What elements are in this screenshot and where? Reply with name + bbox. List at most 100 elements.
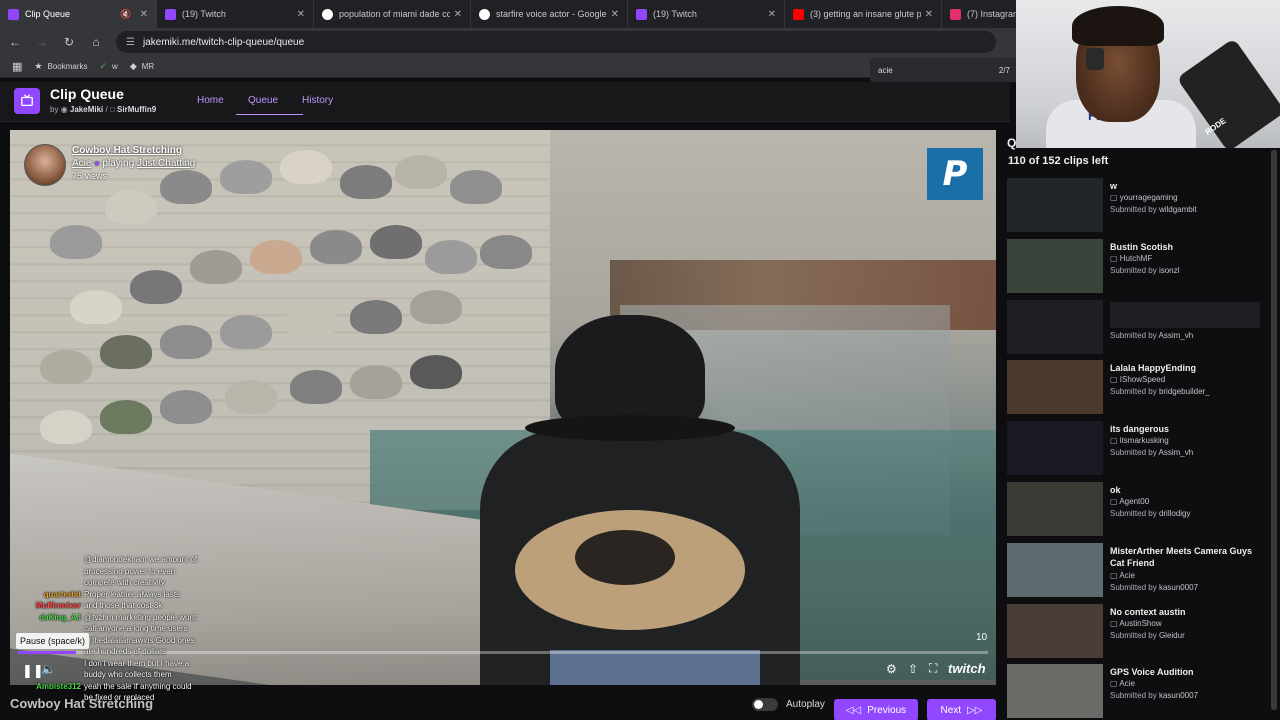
site-info-icon[interactable]: ☰ xyxy=(126,37,135,48)
next-button[interactable]: Next ▷▷ xyxy=(927,699,996,720)
scroll-thumb[interactable] xyxy=(1271,150,1277,710)
queue-item-submitter: Submitted by Assim_vh xyxy=(1110,330,1194,340)
forward-icon[interactable]: → xyxy=(30,35,54,49)
chat-message: buddy who collects them xyxy=(24,669,224,681)
twitch-logo[interactable]: twitch xyxy=(948,661,986,676)
nav-history[interactable]: History xyxy=(302,95,333,106)
autoplay-toggle[interactable]: Autoplay xyxy=(752,698,825,711)
chat-text: @diamondeknam we amount of xyxy=(84,555,198,564)
tab-2[interactable]: population of miami dade cou ✕ xyxy=(314,0,471,28)
twitch-icon: ▢ xyxy=(1110,497,1120,506)
chat-message: Ambiste312 yeah the sale if anything coul… xyxy=(24,681,224,693)
home-icon[interactable]: ⌂ xyxy=(84,35,108,49)
author-link[interactable]: JakeMiki xyxy=(70,105,103,114)
tab-1[interactable]: (19) Twitch ✕ xyxy=(157,0,314,28)
app-icon: ◆ xyxy=(129,61,137,71)
queue-scrollbar[interactable] xyxy=(1271,150,1277,710)
previous-button[interactable]: ◁◁ Previous xyxy=(834,699,918,720)
queue-item-title: GPS Voice Audition xyxy=(1110,667,1194,678)
video-hat xyxy=(350,300,402,334)
close-icon[interactable]: ✕ xyxy=(611,9,619,20)
clip-thumbnail[interactable] xyxy=(1007,178,1103,232)
back-icon[interactable]: ← xyxy=(3,35,27,49)
tv-icon[interactable] xyxy=(14,88,40,114)
video-hat xyxy=(160,170,212,204)
chat-message: Muffinmixer and those that cost 3k xyxy=(24,600,224,612)
queue-item-channel: ▢ AustinShow xyxy=(1110,618,1162,628)
bookmark-w[interactable]: ✓ w xyxy=(100,61,118,72)
twitch-purple xyxy=(8,8,19,20)
queue-item[interactable]: Lalala HappyEnding ▢ IShowSpeed Submitted … xyxy=(1007,360,1269,416)
channel-badge: P xyxy=(927,148,983,200)
channel-link[interactable]: Acie xyxy=(72,158,91,169)
chat-username: Muffinmixer xyxy=(35,601,81,610)
video-hat xyxy=(225,380,277,414)
bookmark-mr[interactable]: ◆ MR xyxy=(130,61,154,72)
apps-icon[interactable]: ▦ xyxy=(12,60,22,73)
queue-item[interactable]: ok ▢ Agent00 Submitted by drillodigy xyxy=(1007,482,1269,538)
verified-icon: ● xyxy=(94,158,100,168)
video-hat xyxy=(160,325,212,359)
tab-4[interactable]: (19) Twitch ✕ xyxy=(628,0,785,28)
screen: Clip Queue 🔇 ✕ (19) Twitch ✕ population of mi… xyxy=(0,0,1280,720)
nav-home[interactable]: Home xyxy=(197,95,224,106)
clip-title[interactable]: Cowboy Hat Stretching xyxy=(72,145,182,156)
pause-tooltip: Pause (space/k) xyxy=(16,633,90,649)
category-link[interactable]: Just Chatting xyxy=(137,158,195,169)
close-icon[interactable]: ✕ xyxy=(140,9,148,20)
video-hat xyxy=(340,165,392,199)
queue-item[interactable]: Submitted by Assim_vh xyxy=(1007,299,1269,356)
tab-0[interactable]: Clip Queue 🔇 ✕ xyxy=(0,0,157,28)
address-bar[interactable]: ☰ jakemiki.me/twitch-clip-queue/queue xyxy=(116,31,996,53)
clip-thumbnail[interactable] xyxy=(1007,421,1103,476)
video-hat xyxy=(100,335,152,369)
close-icon[interactable]: ✕ xyxy=(297,9,305,20)
clip-thumbnail[interactable] xyxy=(1007,603,1103,658)
chat-text: Proper leather always lasts xyxy=(84,589,181,599)
queue-item[interactable]: its dangerous ▢ itsmarkusking Submitted by… xyxy=(1007,421,1269,477)
gear-icon[interactable]: ⚙ xyxy=(886,662,897,676)
clip-thumbnail[interactable] xyxy=(1007,482,1103,536)
close-icon[interactable]: ✕ xyxy=(925,9,933,20)
queue-item-channel: ▢ yourragegaming xyxy=(1110,193,1178,202)
find-bar[interactable]: acie 2/7 xyxy=(870,58,1018,82)
google-icon xyxy=(479,8,490,20)
queue-item-title: w xyxy=(1110,181,1118,191)
queue-item[interactable]: GPS Voice Audition ▢ Acie Submitted by kas… xyxy=(1007,664,1269,720)
find-count: 2/7 xyxy=(998,65,1010,75)
fullscreen-icon[interactable]: ⛶ xyxy=(929,661,937,676)
chat-text: yeah the sale if anything could xyxy=(84,681,192,691)
queue-item[interactable]: No context austin ▢ AustinShow Submitted b… xyxy=(1007,603,1269,660)
close-icon[interactable]: ✕ xyxy=(768,9,776,20)
chat-message: processing power to even xyxy=(24,566,224,578)
app-title: Clip Queue xyxy=(50,86,124,102)
author-link[interactable]: SirMuffin9 xyxy=(117,105,156,114)
queue-item[interactable]: MisterArther Meets Camera Guys Cat Frien… xyxy=(1007,542,1269,599)
nav-queue[interactable]: Queue xyxy=(235,95,304,115)
bookmark-bookmarks[interactable]: ★ Bookmarks xyxy=(34,61,87,72)
clip-thumbnail[interactable] xyxy=(1007,238,1103,293)
share-icon[interactable]: ⇧ xyxy=(908,662,918,676)
clip-thumbnail[interactable] xyxy=(1007,299,1103,354)
chat-text: are hundreds of dollars xyxy=(84,647,166,656)
check-icon: ✓ xyxy=(99,61,108,71)
webcam-overlay: FLO RODE xyxy=(1016,0,1280,148)
queue-item[interactable]: Bustin Scotish ▢ HutchMF Submitted by ison… xyxy=(1007,238,1269,295)
reload-icon[interactable]: ↻ xyxy=(57,35,81,49)
mute-icon[interactable]: 🔇 xyxy=(120,9,131,20)
find-query[interactable]: acie xyxy=(878,66,893,75)
video-hat xyxy=(290,370,342,404)
queue-item-title: Lalala HappyEnding xyxy=(1110,363,1197,374)
tab-3[interactable]: starfire voice actor - Google Se✕ xyxy=(471,0,628,28)
twitch-icon: ▢ xyxy=(1110,193,1120,202)
video-hat xyxy=(575,530,675,585)
queue-item[interactable]: w ▢ yourragegaming Submitted by wildgambit xyxy=(1007,178,1269,234)
clip-thumbnail[interactable] xyxy=(1007,360,1103,415)
clip-thumbnail[interactable] xyxy=(1007,664,1103,719)
clip-thumbnail[interactable] xyxy=(1007,542,1103,597)
toggle-switch[interactable] xyxy=(752,698,778,711)
tab-5[interactable]: (3) getting an insane glute pun ✕ xyxy=(785,0,942,28)
close-icon[interactable]: ✕ xyxy=(454,9,462,20)
avatar[interactable] xyxy=(24,144,66,186)
video-hat xyxy=(220,160,272,194)
